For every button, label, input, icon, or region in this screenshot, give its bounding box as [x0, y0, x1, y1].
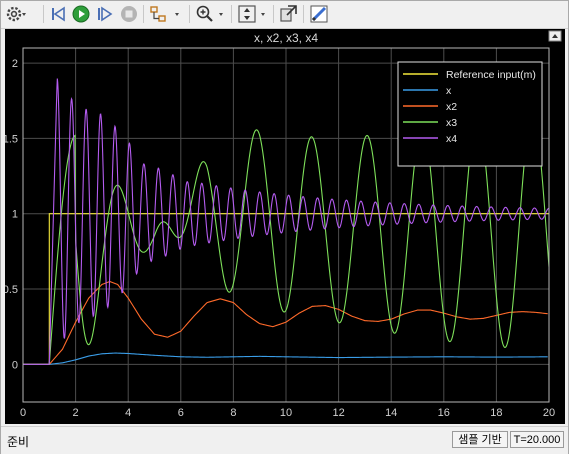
x-tick-label: 6	[178, 407, 184, 419]
series-line	[23, 352, 548, 365]
toolbar-separator	[189, 5, 190, 23]
toolbar-separator	[273, 5, 274, 23]
x-tick-label: 20	[543, 407, 555, 419]
signal-select-icon[interactable]	[149, 4, 185, 24]
toolbar-separator	[143, 5, 144, 23]
status-text: 준비	[7, 435, 30, 449]
highlight-icon[interactable]	[279, 4, 299, 24]
legend-label: x	[446, 85, 452, 97]
scope-window: 0 2 4 6 8 10 12 14 16 18 20 0 0.5 1 1.5 2 x, x2, x3, x4 …	[0, 0, 569, 454]
plot-panel[interactable]: 0 2 4 6 8 10 12 14 16 18 20 0 0.5 1 1.5 2 x, x2, x3, x4 …	[5, 29, 565, 424]
sample-based-indicator: 샘플 기반	[452, 431, 508, 448]
x-tick-label: 8	[230, 407, 236, 419]
style-icon[interactable]	[309, 4, 329, 24]
step-back-icon[interactable]	[49, 4, 69, 24]
x-tick-label: 4	[125, 407, 131, 419]
y-tick-label: 0.5	[5, 284, 18, 296]
x-tick-label: 18	[490, 407, 502, 419]
status-bar: 준비 샘플 기반 T=20.000	[1, 426, 568, 454]
x-tick-label: 10	[280, 407, 292, 419]
maximize-icon[interactable]	[548, 30, 562, 42]
step-forward-icon[interactable]	[95, 4, 115, 24]
y-tick-label: 0	[12, 359, 18, 371]
autoscale-icon[interactable]	[237, 4, 271, 24]
simulation-time-indicator: T=20.000	[510, 431, 564, 448]
run-icon[interactable]	[71, 4, 91, 24]
toolbar-separator	[303, 5, 304, 23]
legend-label: x3	[446, 117, 457, 129]
x-tick-label: 14	[385, 407, 397, 419]
stop-icon[interactable]	[119, 4, 139, 24]
x-tick-label: 0	[20, 407, 26, 419]
gear-icon[interactable]	[5, 4, 27, 24]
legend-label: x4	[446, 133, 457, 145]
x-tick-label: 12	[332, 407, 344, 419]
zoom-icon[interactable]	[195, 4, 229, 24]
toolbar	[1, 1, 568, 29]
y-tick-label: 1.5	[5, 133, 18, 145]
toolbar-separator	[43, 5, 44, 23]
legend-label: x2	[446, 101, 457, 113]
y-tick-label: 2	[12, 58, 18, 70]
plot-canvas: 0 2 4 6 8 10 12 14 16 18 2000.511.52x, x2, x3, x4 …	[5, 30, 562, 419]
x-tick-label: 2	[73, 407, 79, 419]
y-tick-label: 1	[12, 209, 18, 221]
x-tick-label: 16	[438, 407, 450, 419]
toolbar-separator	[231, 5, 232, 23]
series-line	[23, 280, 548, 365]
chart-title: x, x2, x3, x4	[254, 31, 318, 45]
legend-label: Reference input(m)	[446, 69, 536, 81]
